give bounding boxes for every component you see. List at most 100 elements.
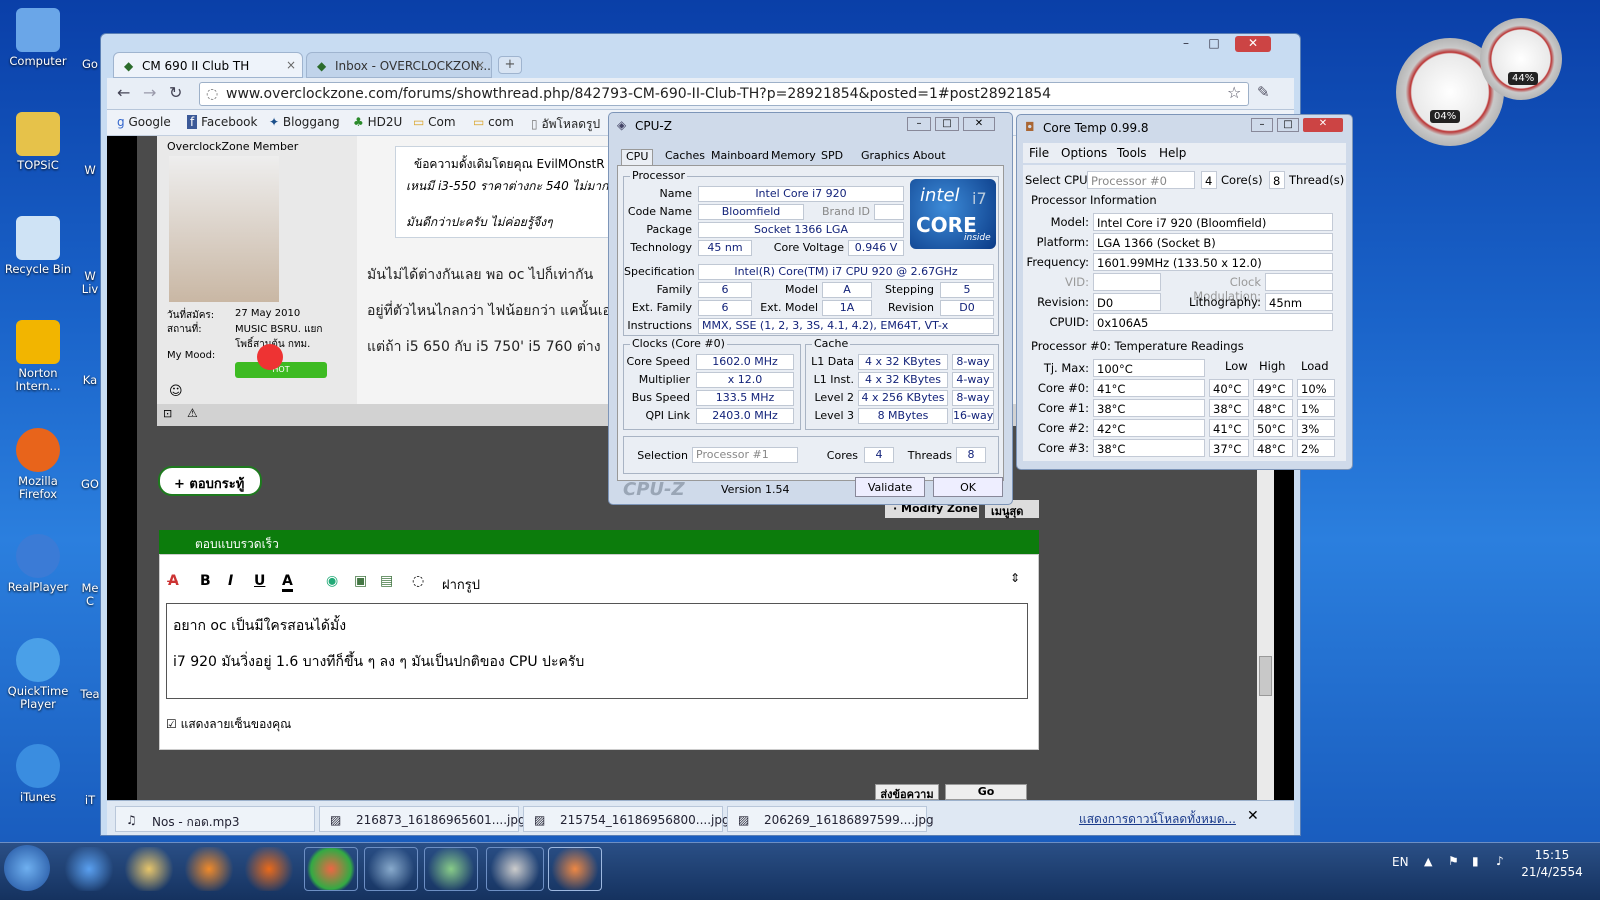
cpuz-maximize-button[interactable]: □ — [935, 117, 959, 131]
submit-reply-button[interactable]: ส่งข้อความ — [875, 784, 939, 801]
desktop-icon-topsic[interactable]: TOPSiC — [0, 112, 76, 172]
cpuz-close-button[interactable]: ✕ — [963, 117, 995, 131]
desktop-icon-partial[interactable]: GO — [78, 478, 102, 491]
bookmark-com2[interactable]: ▭ com — [473, 115, 514, 129]
desktop-icon-norton[interactable]: Norton Intern... — [0, 320, 76, 393]
bookmark-google[interactable]: g Google — [117, 115, 171, 129]
media-player-icon[interactable] — [182, 847, 236, 891]
back-icon[interactable]: ← — [117, 83, 130, 102]
download-item[interactable]: ▨ 215754_16186956800....jpg — [523, 806, 730, 832]
coretemp-maximize-button[interactable]: □ — [1277, 118, 1299, 132]
font-color-button[interactable]: A — [282, 573, 293, 592]
firefox-taskbar-icon[interactable] — [242, 847, 296, 891]
desktop-icon-realplayer[interactable]: RealPlayer — [0, 534, 76, 594]
bookmark-com[interactable]: ▭ Com — [413, 115, 456, 129]
report-icon[interactable]: ⚠ — [187, 406, 198, 420]
app-taskbar-icon[interactable] — [364, 847, 418, 891]
star-icon[interactable]: ☆ — [1227, 83, 1241, 102]
desktop-icon-partial[interactable]: Go — [78, 58, 102, 71]
cpuz-tab-memory[interactable]: Memory — [767, 149, 820, 165]
validate-button[interactable]: Validate — [855, 477, 925, 497]
internet-explorer-icon[interactable] — [62, 847, 116, 891]
tab-inbox[interactable]: ◆ Inbox - OVERCLOCKZON... × — [306, 52, 492, 78]
message-textarea[interactable]: อยาก oc เป็นมีใครสอนได้มั้ง i7 920 มันวิ… — [166, 603, 1028, 699]
desktop-icon-quicktime[interactable]: QuickTime Player — [0, 638, 76, 711]
bookmark-hd2u[interactable]: ♣ HD2U — [353, 115, 402, 129]
desktop-icon-itunes[interactable]: iTunes — [0, 744, 76, 804]
resize-editor-icon[interactable]: ⇕ — [1010, 571, 1020, 585]
cpuz-tab-mainboard[interactable]: Mainboard — [707, 149, 773, 165]
link-icon[interactable]: ◉ — [326, 573, 338, 589]
bookmark-upload[interactable]: ▯ อัพโหลดรูป — [531, 115, 600, 134]
clock-date[interactable]: 21/4/2554 — [1518, 865, 1586, 879]
cpu-select[interactable]: Processor #0 — [1087, 171, 1195, 189]
bold-button[interactable]: B — [200, 573, 211, 589]
cpuz-tab-spd[interactable]: SPD — [817, 149, 847, 165]
desktop-icon-firefox[interactable]: Mozilla Firefox — [0, 428, 76, 501]
desktop-icon-partial[interactable]: W — [78, 164, 102, 177]
desktop-icon-partial[interactable]: Tea — [78, 688, 102, 701]
desktop-icon-partial[interactable]: iT — [78, 794, 102, 807]
reload-icon[interactable]: ↻ — [169, 83, 182, 102]
cpuz-tab-about[interactable]: About — [909, 149, 950, 165]
cpuz-tab-graphics[interactable]: Graphics — [857, 149, 914, 165]
quote-icon[interactable]: ◌ — [412, 573, 424, 589]
network-icon[interactable]: ▮ — [1472, 854, 1479, 868]
reply-button[interactable]: + ตอบกระทู้ — [158, 466, 262, 496]
ip-icon[interactable]: ⊡ — [163, 407, 172, 420]
desktop-icon-partial[interactable]: W Liv — [78, 270, 102, 296]
scrollbar-thumb[interactable] — [1259, 656, 1272, 696]
bookmark-facebook[interactable]: f Facebook — [187, 115, 257, 129]
volume-icon[interactable]: ♪ — [1496, 854, 1504, 868]
menu-help[interactable]: Help — [1159, 146, 1186, 160]
desktop-icon-computer[interactable]: Computer — [0, 8, 76, 68]
new-tab-button[interactable]: + — [498, 56, 522, 74]
file-explorer-icon[interactable] — [122, 847, 176, 891]
remove-format-icon[interactable]: A̶ — [168, 573, 179, 589]
close-downloads-icon[interactable]: ✕ — [1247, 808, 1259, 824]
cpuz-taskbar-icon[interactable] — [486, 847, 544, 891]
close-button[interactable]: ✕ — [1235, 36, 1271, 52]
address-bar[interactable]: ◌ www.overclockzone.com/forums/showthrea… — [199, 82, 1249, 106]
chrome-taskbar-icon[interactable] — [304, 847, 358, 891]
menu-tools[interactable]: Tools — [1117, 146, 1147, 160]
clock-time[interactable]: 15:15 — [1524, 848, 1580, 862]
cpuz-minimize-button[interactable]: – — [907, 117, 931, 131]
desktop-icon-partial[interactable]: Ka — [78, 374, 102, 387]
menu-options[interactable]: Options — [1061, 146, 1107, 160]
menu-file[interactable]: File — [1029, 146, 1049, 160]
language-indicator[interactable]: EN — [1392, 855, 1409, 869]
coretemp-taskbar-icon[interactable] — [548, 847, 602, 891]
desktop-icon-recycle-bin[interactable]: Recycle Bin — [0, 216, 76, 276]
italic-button[interactable]: I — [228, 573, 233, 589]
start-button[interactable] — [4, 845, 50, 891]
maximize-button[interactable]: □ — [1201, 36, 1227, 52]
avatar[interactable] — [169, 156, 279, 302]
download-item[interactable]: ▨ 216873_16186965601....jpg — [319, 806, 526, 832]
upload-image-button[interactable]: ฝากรูป — [442, 574, 480, 595]
close-tab-icon[interactable]: × — [286, 58, 296, 72]
cpuz-tab-cpu[interactable]: CPU — [621, 149, 654, 165]
cpuz-tab-caches[interactable]: Caches — [661, 149, 709, 165]
action-center-flag-icon[interactable]: ⚑ — [1448, 854, 1459, 868]
network-app-taskbar-icon[interactable] — [424, 847, 478, 891]
underline-button[interactable]: U — [254, 573, 265, 589]
close-tab-icon[interactable]: × — [475, 58, 485, 72]
bookmark-bloggang[interactable]: ✦ Bloggang — [269, 115, 340, 129]
coretemp-minimize-button[interactable]: – — [1251, 118, 1273, 132]
show-all-downloads-link[interactable]: แสดงการดาวน์โหลดทั้งหมด... — [1079, 810, 1236, 829]
tab-cm690[interactable]: ◆ CM 690 II Club TH × — [113, 52, 303, 78]
processor-select[interactable]: Processor #1 — [692, 447, 798, 463]
ok-button[interactable]: OK — [933, 477, 1003, 497]
video-icon[interactable]: ▤ — [380, 573, 393, 589]
coretemp-close-button[interactable]: ✕ — [1303, 118, 1343, 132]
go-advanced-button[interactable]: Go Advanced — [945, 784, 1027, 811]
wrench-icon[interactable]: ✎ — [1257, 83, 1270, 101]
show-hidden-icons[interactable]: ▲ — [1424, 855, 1432, 868]
download-item[interactable]: ♫ Nos - กอด.mp3 — [115, 806, 315, 832]
signature-checkbox[interactable]: ☑ แสดงลายเซ็นของคุณ — [166, 715, 291, 734]
desktop-icon-partial[interactable]: Me C — [78, 582, 102, 608]
minimize-button[interactable]: – — [1173, 36, 1199, 52]
download-item[interactable]: ▨ 206269_16186897599....jpg — [727, 806, 934, 832]
image-icon[interactable]: ▣ — [354, 573, 367, 589]
